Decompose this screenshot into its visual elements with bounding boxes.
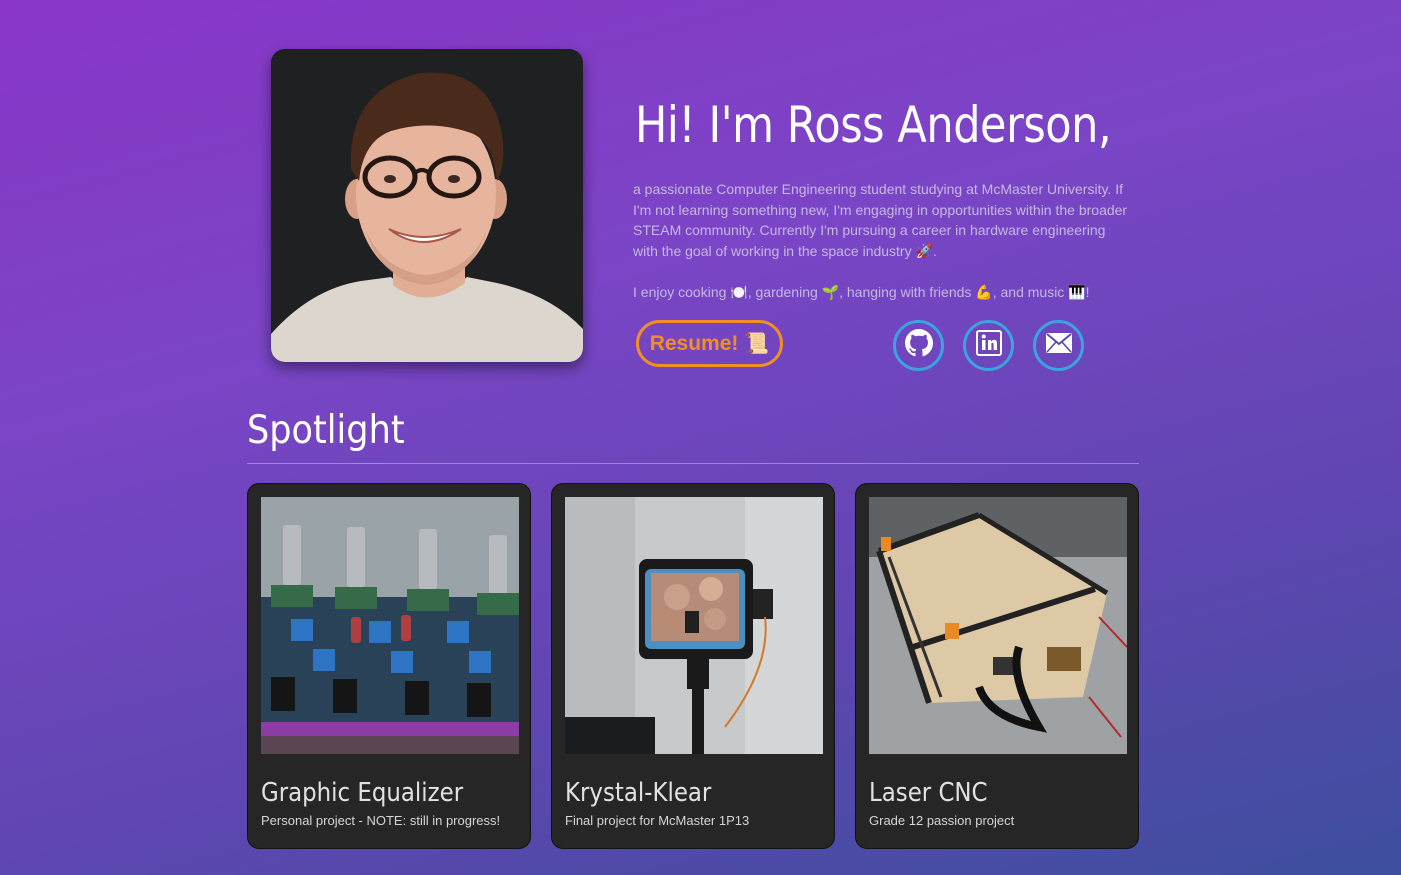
project-title: Krystal-Klear [565,778,712,808]
project-title: Laser CNC [869,778,988,808]
section-divider [247,463,1139,464]
headline: Hi! I'm Ross Anderson, [635,96,1112,154]
bio-paragraph: a passionate Computer Engineering studen… [633,181,1128,259]
github-link[interactable] [893,320,944,371]
project-card-laser-cnc[interactable]: Laser CNC Grade 12 passion project [855,483,1139,849]
linkedin-link[interactable] [963,320,1014,371]
project-subtitle: Grade 12 passion project [869,813,1015,828]
email-link[interactable] [1033,320,1084,371]
hobbies-paragraph: I enjoy cooking 🍽️, gardening 🌱, hanging… [633,283,1090,300]
github-icon [904,329,933,362]
project-subtitle: Personal project - NOTE: still in progre… [261,813,501,828]
spotlight-title: Spotlight [247,408,405,453]
resume-button[interactable]: Resume! 📜 [636,320,783,367]
resume-label: Resume! [649,331,739,355]
project-card-graphic-equalizer[interactable]: Graphic Equalizer Personal project - NOT… [247,483,531,849]
project-card-krystal-klear[interactable]: Krystal-Klear Final project for McMaster… [551,483,835,849]
project-title: Graphic Equalizer [261,778,464,808]
project-image-equalizer [261,497,519,754]
email-icon [1045,332,1073,359]
scroll-icon: 📜 [744,333,770,355]
project-image-krystal-klear [565,497,823,754]
profile-photo [271,49,583,362]
project-image-laser-cnc [869,497,1127,754]
bio: a passionate Computer Engineering studen… [633,179,1133,323]
project-subtitle: Final project for McMaster 1P13 [565,813,750,828]
linkedin-icon [975,330,1002,361]
